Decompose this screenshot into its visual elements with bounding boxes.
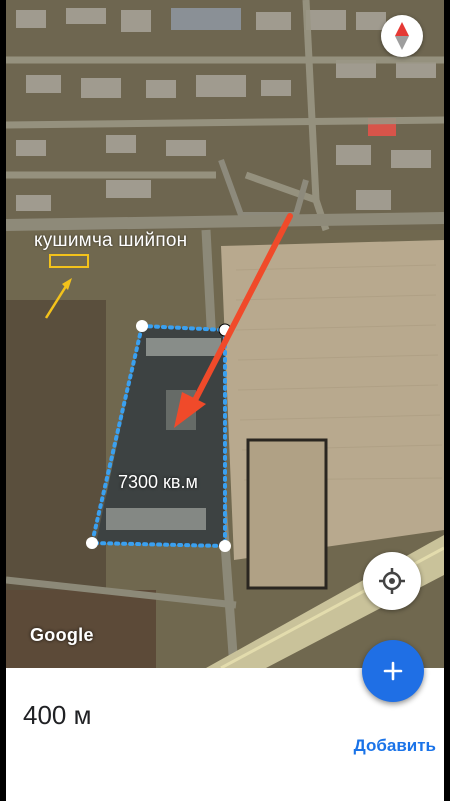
screen: кушимча шийпон 7300 кв.м Google 400 м До… bbox=[0, 0, 450, 801]
compass-icon bbox=[395, 22, 409, 50]
area-label: 7300 кв.м bbox=[118, 472, 198, 492]
compass-button[interactable] bbox=[381, 15, 423, 57]
annotation-label: кушимча шийпон bbox=[34, 230, 188, 251]
add-button[interactable]: Добавить bbox=[354, 736, 436, 756]
plus-icon bbox=[383, 661, 403, 681]
my-location-button[interactable] bbox=[363, 552, 421, 610]
add-point-button[interactable] bbox=[362, 640, 424, 702]
my-location-icon bbox=[379, 568, 405, 594]
google-attribution: Google bbox=[30, 625, 94, 645]
distance-value: 400 м bbox=[23, 700, 92, 730]
